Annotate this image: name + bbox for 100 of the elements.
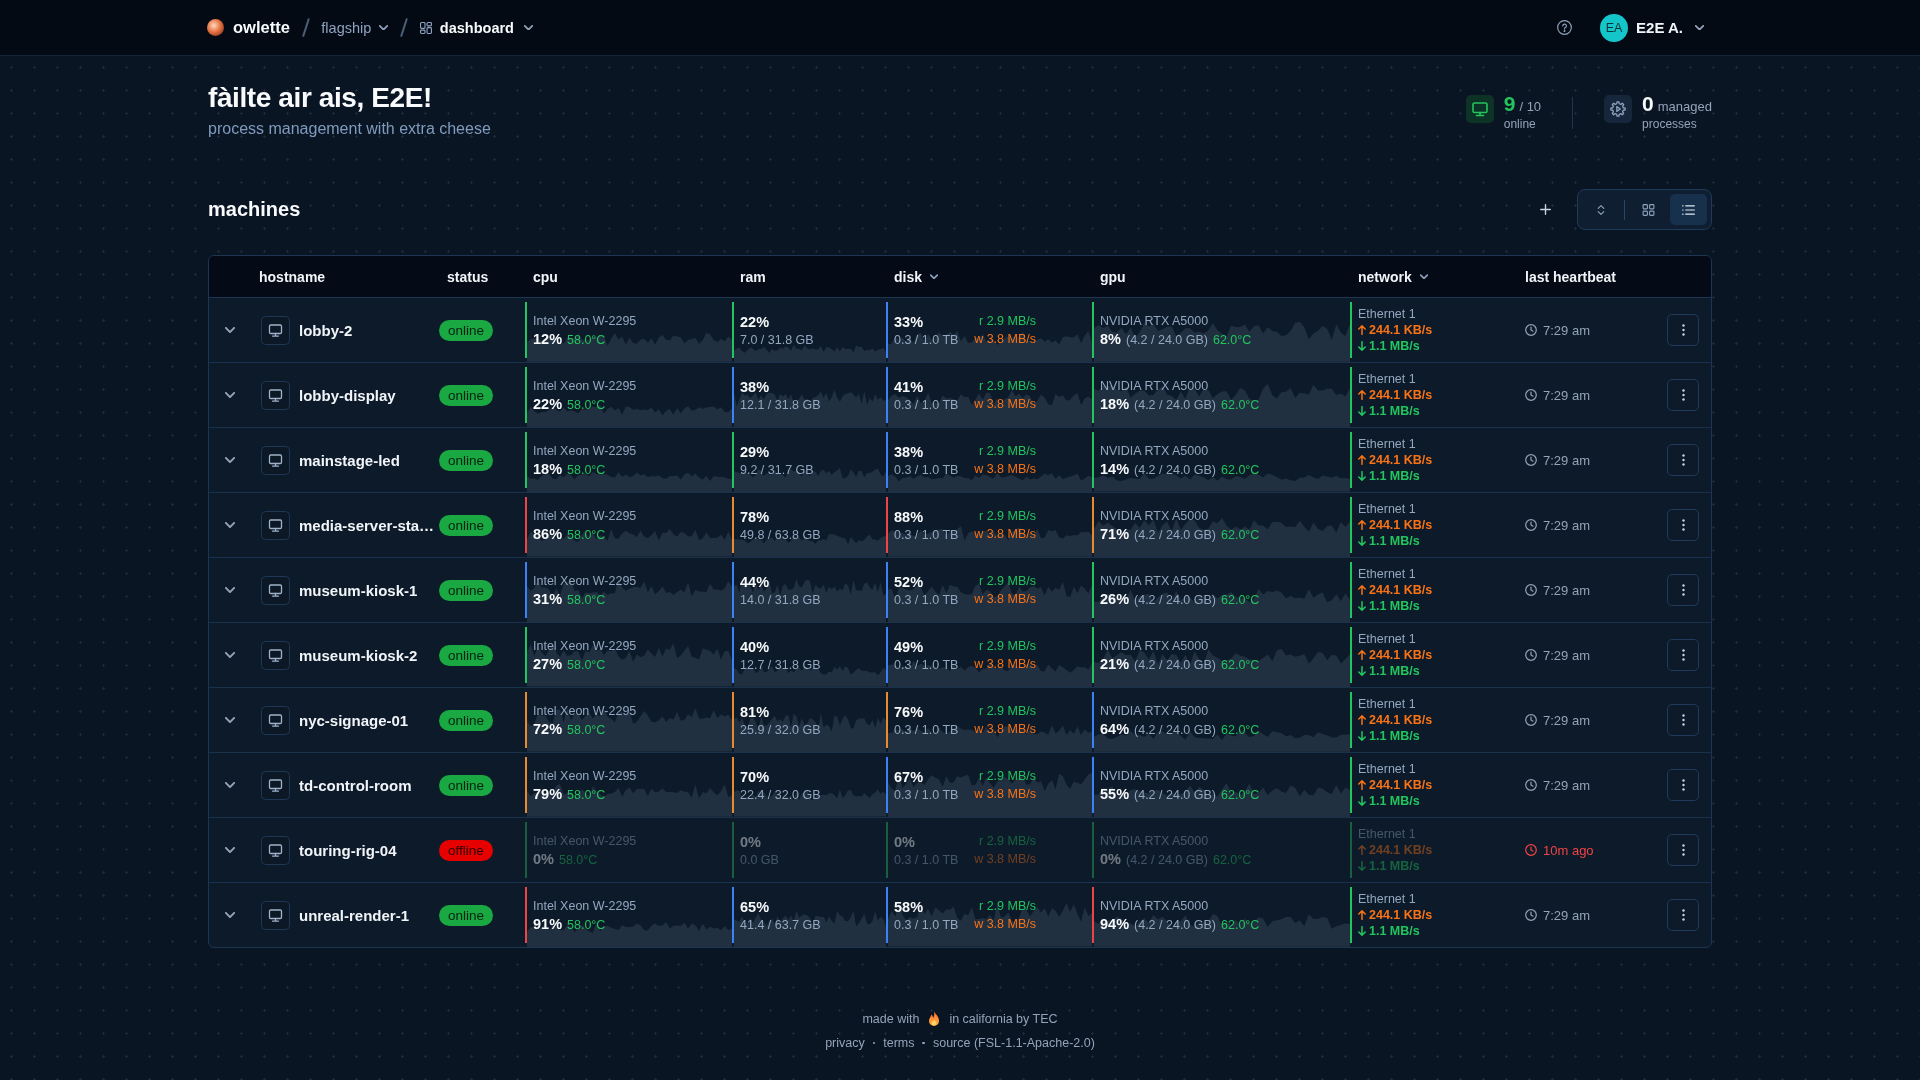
arrow-up-icon (1358, 455, 1366, 465)
cpu-model: Intel Xeon W-2295 (533, 897, 638, 914)
stat-label: online (1503, 116, 1537, 132)
disk-write-rate: w 3.8 MB/s (974, 330, 1036, 348)
upload-rate: 244.1 KB/s (1369, 842, 1433, 858)
gpu-model: NVIDIA RTX A5000 (1100, 572, 1210, 589)
network-interface: Ethernet 1 (1358, 891, 1417, 907)
cpu-model: Intel Xeon W-2295 (533, 312, 638, 329)
last-heartbeat: 7:29 am (1543, 907, 1590, 923)
last-heartbeat: 7:29 am (1543, 647, 1590, 663)
disk-usage: 33% (894, 312, 925, 331)
chevron-down-icon (930, 273, 938, 280)
hostname-text: td-control-room (299, 776, 412, 794)
last-heartbeat: 10m ago (1543, 842, 1594, 858)
network-interface: Ethernet 1 (1358, 696, 1417, 712)
ram-amount: 0.0 GB (740, 851, 780, 868)
cpu-model: Intel Xeon W-2295 (533, 702, 638, 719)
network-interface: Ethernet 1 (1358, 436, 1417, 452)
page-dropdown[interactable]: dashboard (419, 19, 533, 36)
disk-write-rate: w 3.8 MB/s (974, 850, 1036, 868)
help-button[interactable] (1557, 20, 1573, 35)
user-menu-button[interactable]: EA E2E A. (1600, 13, 1704, 42)
disk-read-rate: r 2.9 MB/s (979, 637, 1036, 655)
cpu-usage: 18% (533, 459, 563, 478)
footer-link[interactable]: source (FSL-1.1-Apache-2.0) (932, 1036, 1095, 1050)
arrow-up-icon (1358, 910, 1366, 920)
disk-usage: 88% (894, 507, 925, 526)
status-badge: online (439, 904, 494, 926)
download-rate: 1.1 MB/s (1369, 598, 1420, 614)
arrow-down-icon (1358, 406, 1366, 416)
section-title: machines (208, 198, 301, 221)
ram-amount: 9.2 / 31.7 GB (740, 461, 815, 478)
disk-usage: 76% (894, 702, 925, 721)
disk-usage: 67% (894, 767, 925, 786)
gpu-usage: 26% (1100, 589, 1130, 608)
arrow-down-icon (1358, 666, 1366, 676)
hostname-text: lobby-2 (299, 321, 353, 339)
list-icon (1682, 203, 1695, 216)
gpu-memory: (4.2 / 24.0 GB) (1134, 592, 1216, 607)
disk-write-rate: w 3.8 MB/s (974, 590, 1036, 608)
flame-icon (928, 1011, 941, 1027)
arrow-up-icon (1358, 780, 1366, 790)
cpu-model: Intel Xeon W-2295 (533, 572, 638, 589)
monitor-icon (261, 380, 290, 410)
last-heartbeat: 7:29 am (1543, 517, 1590, 533)
network-interface: Ethernet 1 (1358, 826, 1417, 842)
chevron-down-icon (523, 24, 533, 31)
gpu-usage: 14% (1100, 459, 1130, 478)
disk-read-rate: r 2.9 MB/s (979, 377, 1036, 395)
chevron-down-icon (1695, 24, 1704, 31)
arrow-down-icon (1358, 536, 1366, 546)
cpu-model: Intel Xeon W-2295 (533, 832, 638, 849)
gpu-memory: (4.2 / 24.0 GB) (1134, 722, 1216, 737)
gpu-memory: (4.2 / 24.0 GB) (1125, 332, 1208, 347)
gpu-usage: 94% (1100, 914, 1130, 933)
column-header: cpu (533, 268, 558, 285)
disk-read-rate: r 2.9 MB/s (979, 702, 1036, 720)
upload-rate: 244.1 KB/s (1369, 712, 1433, 728)
gpu-temperature: 62.0°C (1221, 787, 1260, 802)
monitor-icon (261, 770, 290, 800)
gpu-usage: 8% (1100, 329, 1121, 348)
disk-capacity: 0.3 / 1.0 TB (894, 721, 959, 738)
footer-link[interactable]: terms (883, 1036, 915, 1050)
workspace-dropdown[interactable]: flagship (321, 19, 389, 36)
ram-usage: 65% (740, 897, 771, 916)
disk-capacity: 0.3 / 1.0 TB (894, 526, 959, 543)
arrow-down-icon (1358, 796, 1366, 806)
gpu-model: NVIDIA RTX A5000 (1100, 767, 1210, 784)
cpu-temperature: 58.0°C (567, 787, 606, 802)
gpu-usage: 0% (1100, 849, 1121, 868)
column-header[interactable]: network (1358, 268, 1428, 285)
chevron-down-icon (1419, 273, 1428, 280)
clock-icon (1525, 389, 1537, 401)
cpu-temperature: 58.0°C (567, 657, 606, 672)
gpu-temperature: 62.0°C (1221, 397, 1260, 412)
cpu-model: Intel Xeon W-2295 (533, 637, 638, 654)
chevron-down-icon (379, 24, 389, 31)
list-view-button[interactable] (1670, 194, 1707, 225)
disk-read-rate: r 2.9 MB/s (979, 832, 1036, 850)
disk-usage: 38% (894, 442, 925, 461)
column-header[interactable]: disk (894, 268, 938, 285)
clock-icon (1525, 454, 1537, 466)
footer-link[interactable]: privacy (825, 1036, 865, 1050)
disk-read-rate: r 2.9 MB/s (979, 767, 1036, 785)
disk-usage: 41% (894, 377, 925, 396)
cpu-temperature: 58.0°C (567, 527, 606, 542)
gpu-temperature: 62.0°C (1212, 852, 1252, 867)
monitor-icon (261, 900, 290, 930)
ram-amount: 22.4 / 32.0 GB (740, 786, 822, 803)
download-rate: 1.1 MB/s (1369, 403, 1420, 419)
disk-capacity: 0.3 / 1.0 TB (894, 656, 959, 673)
upload-rate: 244.1 KB/s (1369, 777, 1433, 793)
ram-amount: 41.4 / 63.7 GB (740, 916, 822, 933)
stat-detail: managed (1657, 99, 1712, 114)
vertical-dots-icon (1681, 519, 1685, 531)
gpu-temperature: 62.0°C (1221, 592, 1260, 607)
cpu-usage: 22% (533, 394, 563, 413)
column-header: last heartbeat (1525, 268, 1617, 285)
cpu-temperature: 58.0°C (567, 917, 606, 932)
vertical-dots-icon (1681, 779, 1685, 791)
